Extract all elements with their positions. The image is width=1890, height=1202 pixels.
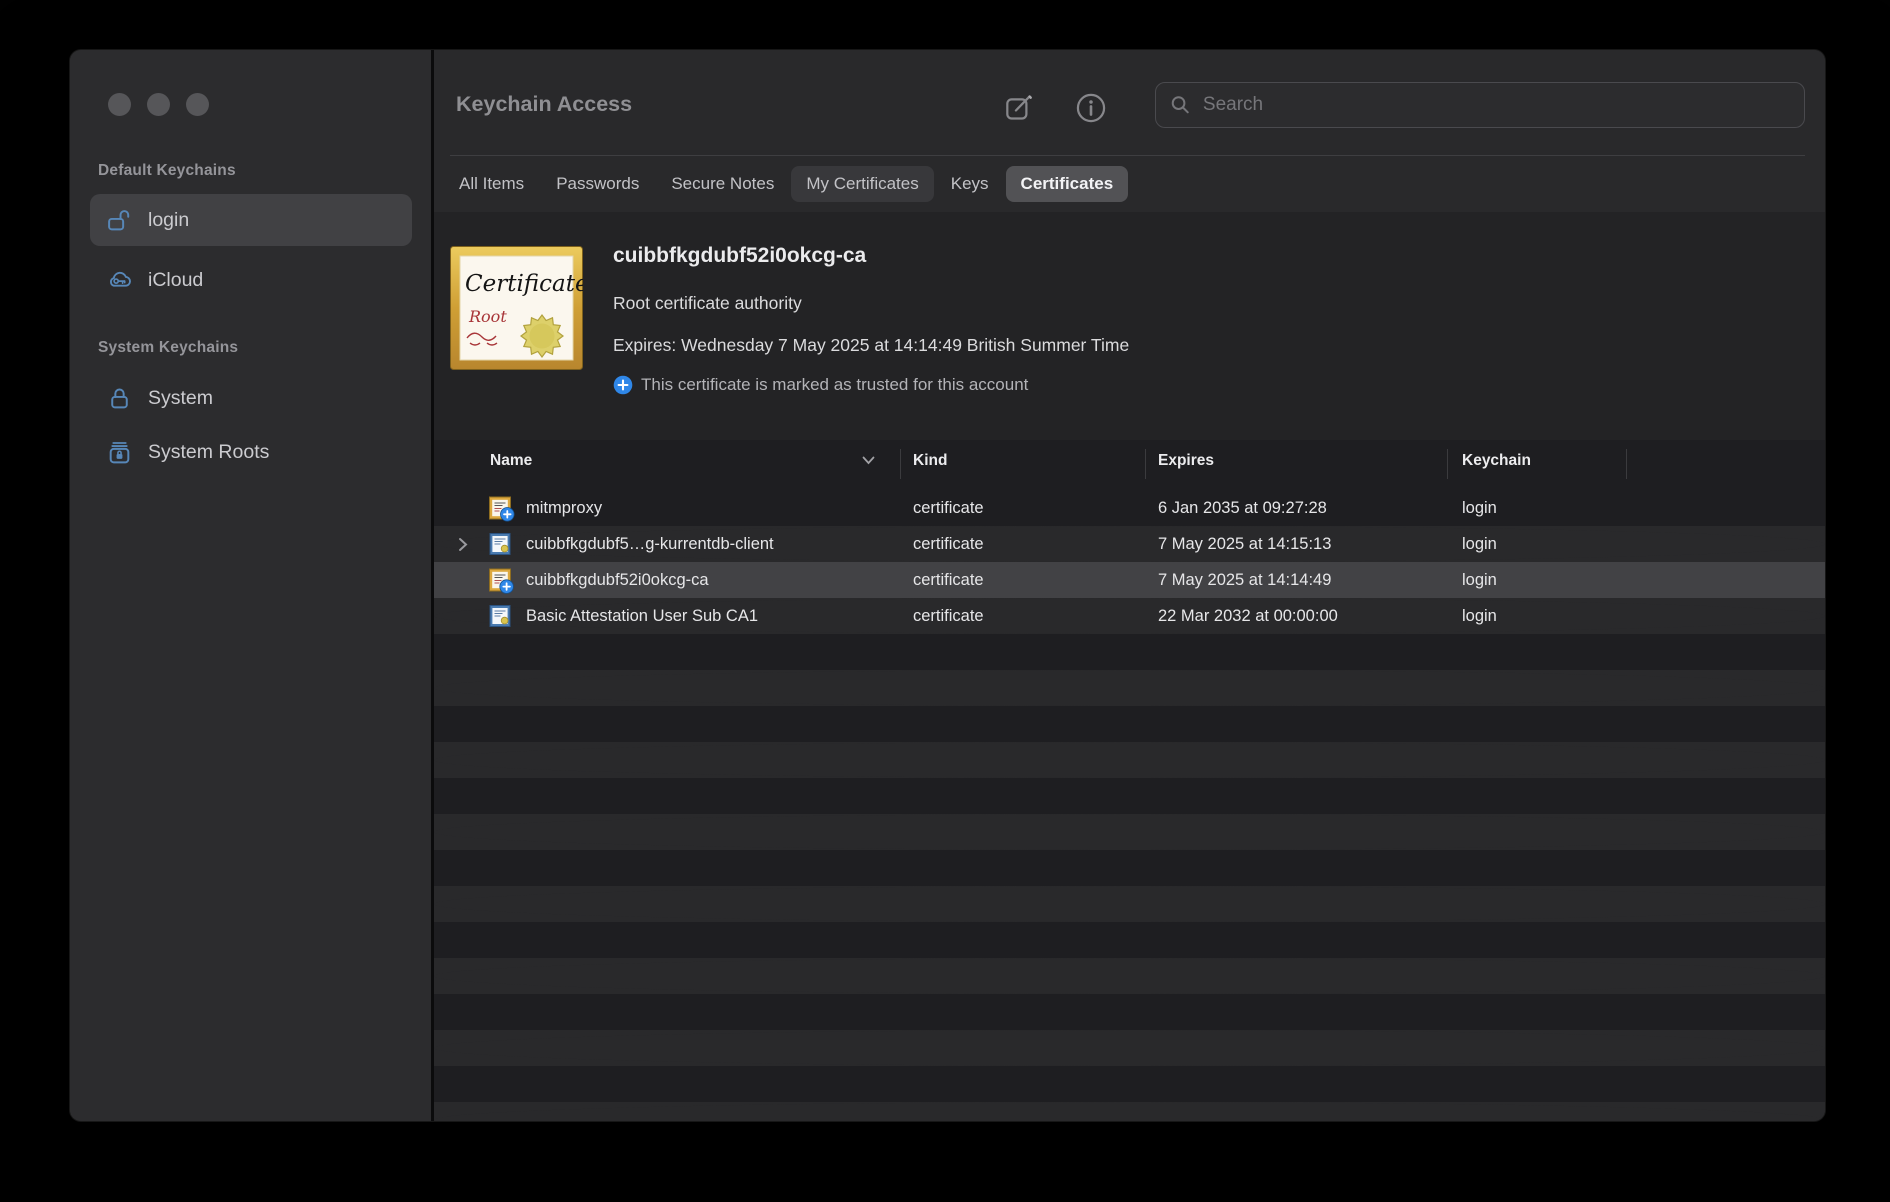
column-header-expires[interactable]: Expires (1158, 452, 1214, 470)
certificate-large-icon: Certificate Root (450, 246, 583, 370)
empty-row[interactable] (434, 1102, 1825, 1121)
table-row-selected[interactable]: cuibbfkgdubf52i0okcg-ca certificate 7 Ma… (434, 562, 1825, 598)
sidebar-item-label: login (148, 209, 189, 232)
sidebar-item-login[interactable]: login (90, 194, 412, 246)
empty-row[interactable] (434, 1066, 1825, 1102)
cell-name: cuibbfkgdubf52i0okcg-ca (526, 562, 709, 598)
certificate-trust-note: This certificate is marked as trusted fo… (613, 375, 1028, 395)
search-input[interactable] (1201, 93, 1790, 117)
empty-row[interactable] (434, 778, 1825, 814)
info-icon (1074, 91, 1108, 125)
svg-text:Root: Root (468, 307, 507, 326)
cell-expires: 7 May 2025 at 14:14:49 (1158, 562, 1331, 598)
category-tabs: All Items Passwords Secure Notes My Cert… (444, 162, 1128, 206)
cell-expires: 7 May 2025 at 14:15:13 (1158, 526, 1331, 562)
tab-keys[interactable]: Keys (936, 166, 1004, 202)
cell-expires: 6 Jan 2035 at 09:27:28 (1158, 490, 1327, 526)
certificate-icon (488, 603, 515, 630)
table-row[interactable]: mitmproxy certificate 6 Jan 2035 at 09:2… (434, 490, 1825, 526)
column-divider[interactable] (1626, 449, 1627, 479)
certificate-detail-panel: Certificate Root cuibbfkgdubf52i0okcg-ca… (434, 212, 1825, 440)
column-divider[interactable] (1447, 449, 1448, 479)
sidebar-section-system-keychains: System Keychains (98, 339, 238, 357)
info-button[interactable] (1072, 90, 1110, 126)
cell-kind: certificate (913, 598, 984, 634)
compose-button[interactable] (1000, 90, 1038, 126)
window-title: Keychain Access (456, 92, 632, 117)
tab-all-items[interactable]: All Items (444, 166, 539, 202)
certificate-expiry: Expires: Wednesday 7 May 2025 at 14:14:4… (613, 335, 1129, 356)
sidebar-item-label: System Roots (148, 441, 269, 464)
cell-name: mitmproxy (526, 490, 602, 526)
main-area: Keychain Access All Items (434, 50, 1825, 1121)
search-field[interactable] (1155, 82, 1805, 128)
column-divider[interactable] (900, 449, 901, 479)
zoom-button[interactable] (186, 93, 209, 116)
close-button[interactable] (108, 93, 131, 116)
search-icon (1170, 94, 1191, 116)
sidebar-item-label: System (148, 387, 213, 410)
certificate-trusted-icon (488, 495, 515, 522)
table-header: Name Kind Expires Keychain (434, 440, 1825, 490)
table-row[interactable]: cuibbfkgdubf5…g-kurrentdb-client certifi… (434, 526, 1825, 562)
locked-padlock-icon (106, 385, 133, 412)
cell-kind: certificate (913, 562, 984, 598)
sidebar: Default Keychains login iCloud System Ke… (70, 50, 431, 1121)
tab-certificates[interactable]: Certificates (1006, 166, 1129, 202)
table-row[interactable]: Basic Attestation User Sub CA1 certifica… (434, 598, 1825, 634)
empty-row[interactable] (434, 670, 1825, 706)
certificate-type: Root certificate authority (613, 293, 802, 314)
empty-row[interactable] (434, 1030, 1825, 1066)
compose-icon (1003, 92, 1035, 124)
cell-keychain: login (1462, 562, 1497, 598)
keychain-access-window: Default Keychains login iCloud System Ke… (70, 50, 1825, 1121)
sidebar-section-default-keychains: Default Keychains (98, 162, 236, 180)
minimize-button[interactable] (147, 93, 170, 116)
cell-name: Basic Attestation User Sub CA1 (526, 598, 758, 634)
tab-secure-notes[interactable]: Secure Notes (656, 166, 789, 202)
cloud-key-icon (106, 267, 133, 294)
column-divider[interactable] (1145, 449, 1146, 479)
disclosure-chevron-icon[interactable] (458, 537, 468, 552)
certificate-list: mitmproxy certificate 6 Jan 2035 at 09:2… (434, 490, 1825, 1121)
column-header-kind[interactable]: Kind (913, 452, 947, 470)
sidebar-item-icloud[interactable]: iCloud (90, 256, 412, 304)
tab-passwords[interactable]: Passwords (541, 166, 654, 202)
cell-keychain: login (1462, 490, 1497, 526)
sort-chevron-icon[interactable] (862, 456, 875, 465)
toolbar-divider (450, 155, 1805, 156)
sidebar-item-system-roots[interactable]: System Roots (90, 428, 412, 476)
certificate-name: cuibbfkgdubf52i0okcg-ca (613, 244, 866, 268)
empty-row[interactable] (434, 814, 1825, 850)
lockbox-icon (106, 439, 133, 466)
empty-row[interactable] (434, 634, 1825, 670)
svg-text:Certificate: Certificate (465, 271, 583, 297)
empty-row[interactable] (434, 850, 1825, 886)
window-controls (108, 93, 209, 116)
empty-row[interactable] (434, 922, 1825, 958)
trusted-plus-icon (613, 375, 633, 395)
cell-expires: 22 Mar 2032 at 00:00:00 (1158, 598, 1338, 634)
column-header-name[interactable]: Name (490, 452, 532, 470)
empty-row[interactable] (434, 706, 1825, 742)
unlocked-padlock-icon (106, 207, 133, 234)
empty-row[interactable] (434, 994, 1825, 1030)
cell-keychain: login (1462, 526, 1497, 562)
cell-kind: certificate (913, 490, 984, 526)
cell-keychain: login (1462, 598, 1497, 634)
sidebar-item-system[interactable]: System (90, 374, 412, 422)
empty-row[interactable] (434, 958, 1825, 994)
trust-text: This certificate is marked as trusted fo… (641, 375, 1028, 395)
cell-name: cuibbfkgdubf5…g-kurrentdb-client (526, 526, 774, 562)
empty-row[interactable] (434, 886, 1825, 922)
empty-row[interactable] (434, 742, 1825, 778)
certificate-trusted-icon (488, 567, 515, 594)
empty-rows (434, 634, 1825, 1121)
tab-my-certificates[interactable]: My Certificates (791, 166, 933, 202)
certificate-icon (488, 531, 515, 558)
cell-kind: certificate (913, 526, 984, 562)
column-header-keychain[interactable]: Keychain (1462, 452, 1531, 470)
sidebar-item-label: iCloud (148, 269, 203, 292)
